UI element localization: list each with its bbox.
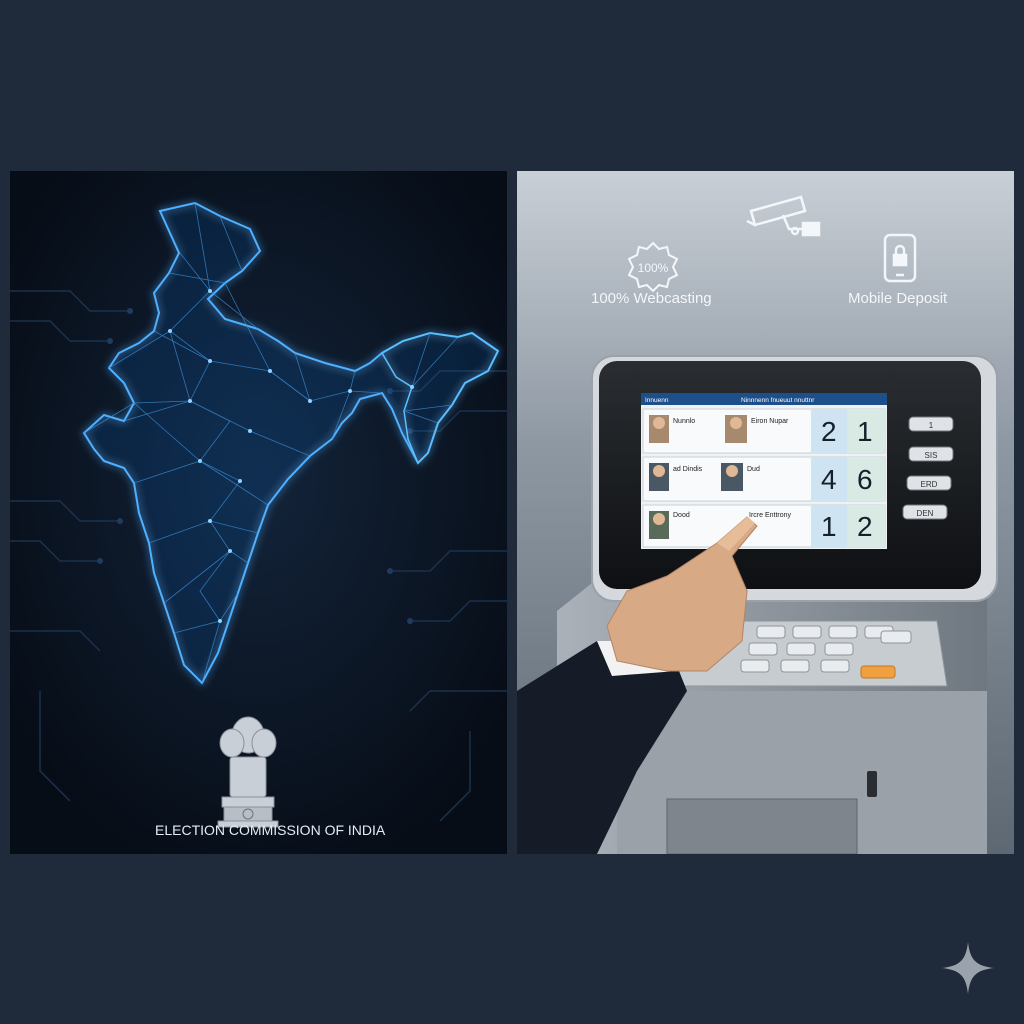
candidate-name: Dud <box>747 466 760 473</box>
candidate-name: Eiron Nupar <box>751 418 789 425</box>
ballot-digit: 2 <box>821 416 837 447</box>
orange-key <box>860 665 896 679</box>
ballot-digit: 4 <box>821 464 837 495</box>
side-button: 1 <box>908 416 954 432</box>
side-button: SIS <box>908 446 954 462</box>
svg-text:DEN: DEN <box>917 509 934 518</box>
candidate-name: Dood <box>673 512 690 519</box>
cctv-camera-icon <box>746 195 821 237</box>
ballot-row-1: Nunnlo Eiron Nupar 2 1 <box>642 408 886 454</box>
candidate-name: Nunnlo <box>673 418 695 425</box>
ballot-digit: 1 <box>821 511 837 542</box>
india-network-map <box>10 171 507 854</box>
svg-text:1: 1 <box>929 421 934 430</box>
side-button: ERD <box>906 475 952 491</box>
ballot-row-2: ad Dindis Dud 4 6 <box>642 456 886 502</box>
svg-text:SIS: SIS <box>925 451 938 460</box>
ballot-digit: 2 <box>857 511 873 542</box>
emblem-caption: ELECTION COMMISSION OF INDIA <box>155 822 386 838</box>
screen-header-right: Ninnnenn fnueuut nnuttnr <box>741 397 815 404</box>
candidate-name: Ircre Enttrony <box>749 512 792 519</box>
evm-machine-scene: Innuenn Ninnnenn fnueuut nnuttnr Nunnlo … <box>517 195 998 854</box>
left-panel: ELECTION COMMISSION OF INDIA <box>10 171 507 854</box>
page: { "left_panel": { "caption": "ELECTION C… <box>0 0 1024 1024</box>
right-panel: Innuenn Ninnnenn fnueuut nnuttnr Nunnlo … <box>517 171 1014 854</box>
mobile-deposit-label: Mobile Deposit <box>848 290 948 307</box>
side-button: DEN <box>902 504 948 520</box>
badge-100-icon: 100% <box>627 241 679 293</box>
mobile-lock-icon <box>883 233 917 283</box>
sparkle-icon <box>942 942 994 994</box>
candidate-name: ad Dindis <box>673 466 703 473</box>
screen-header-left: Innuenn <box>645 397 669 404</box>
ballot-display: Innuenn Ninnnenn fnueuut nnuttnr Nunnlo … <box>641 393 887 549</box>
webcasting-label: 100% Webcasting <box>591 290 712 307</box>
badge-text: 100% <box>638 261 669 275</box>
svg-text:ERD: ERD <box>921 480 938 489</box>
ballot-digit: 6 <box>857 464 873 495</box>
ballot-row-3: Dood Ircre Enttrony 1 2 <box>642 504 886 548</box>
ballot-digit: 1 <box>857 416 873 447</box>
